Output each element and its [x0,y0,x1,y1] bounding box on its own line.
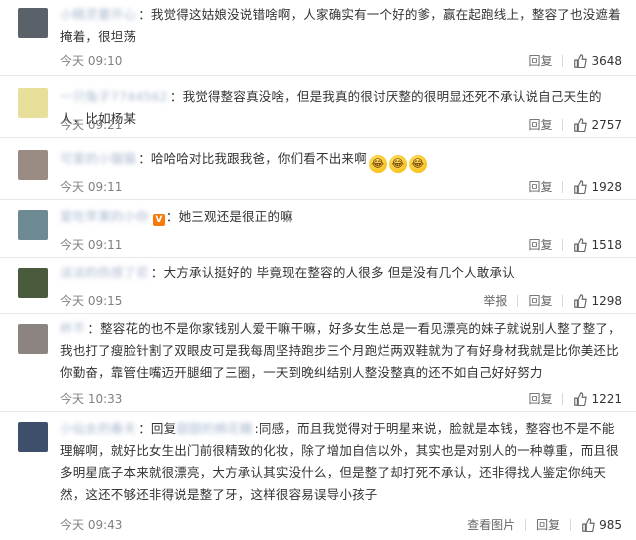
comment-text: 哈哈哈对比我跟我爸，你们看不出来啊 [150,151,367,166]
thumbs-up-icon[interactable] [573,237,588,252]
comment-body: 小精灵要开心 ：我觉得这姑娘没说错啥啊，人家确实有一个好的爹，赢在起跑线上，整容了… [60,4,622,48]
colon-separator: ： [138,421,151,436]
comment-actions: 回复 3648 [518,52,622,69]
thumbs-up-icon[interactable] [573,117,588,132]
laughing-emoji-icon: 😂 [408,155,427,173]
reply-link[interactable]: 回复 [528,292,552,309]
avatar[interactable] [18,150,48,180]
colon-separator: ： [169,89,183,104]
username-link[interactable]: 可爱的小猫猫 [60,148,136,170]
action-divider [562,180,564,193]
username-link[interactable]: 爱吃苹果的小你 [60,206,149,228]
like-count: 1928 [591,179,622,194]
thumbs-up-icon[interactable] [573,293,588,308]
like-count: 3648 [591,53,622,68]
reply-prefix: 回复 [150,421,177,436]
action-divider [562,392,564,405]
avatar[interactable] [18,268,48,298]
comment-time: 今天 09:43 [60,518,123,532]
avatar[interactable] [18,422,48,452]
comment-actions: 回复 1221 [518,390,622,407]
reply-to-user-link[interactable]: 甜甜的棉花糖 [176,418,252,440]
colon-separator: ： [138,151,151,166]
comment-time: 今天 10:33 [60,392,123,406]
avatar[interactable] [18,210,48,240]
comment-item: 淡淡的伤感了尼 ：大方承认挺好的 毕竟现在整容的人很多 但是没有几个人敢承认 今天… [0,258,636,314]
action-divider [562,294,564,307]
username-link[interactable]: 淡淡的伤感了尼 [60,262,149,284]
username-link[interactable]: 小仙女的春天 [60,418,136,440]
comment-text: 她三观还是很正的嘛 [178,209,293,224]
colon-separator: ： [150,265,164,280]
reply-link[interactable]: 回复 [528,390,552,407]
comment-body: 小仙女的春天 ：回复甜甜的棉花糖:同感，而且我觉得对于明星来说，脸就是本钱，整容也… [60,418,622,506]
thumbs-up-icon[interactable] [573,53,588,68]
comment-item: 爱吃苹果的小你 V ：她三观还是很正的嘛 今天 09:11 回复 1518 [0,200,636,258]
comment-item: 杯不 ：整容花的也不是你家钱别人爱干嘛干嘛，好多女生总是一看见漂亮的妹子就说别人整… [0,314,636,412]
thumbs-up-icon[interactable] [573,391,588,406]
comment-actions: 查看图片 回复 985 [457,516,622,533]
laughing-emoji-icon: 😂 [388,155,407,173]
like-count: 985 [599,517,622,532]
comment-body: 可爱的小猫猫 ：哈哈哈对比我跟我爸，你们看不出来啊 😂 😂 😂 [60,148,622,173]
comment-text: 整容花的也不是你家钱别人爱干嘛干嘛，好多女生总是一看见漂亮的妹子就说别人整了整了… [60,321,621,380]
colon-separator: ： [87,321,101,336]
thumbs-up-icon[interactable] [581,517,595,532]
reply-link[interactable]: 回复 [536,516,560,533]
reply-link[interactable]: 回复 [528,52,552,69]
comment-item: 小精灵要开心 ：我觉得这姑娘没说错啥啊，人家确实有一个好的爹，赢在起跑线上，整容了… [0,0,636,76]
avatar[interactable] [18,88,48,118]
action-divider [525,518,527,531]
comment-item: 小仙女的春天 ：回复甜甜的棉花糖:同感，而且我觉得对于明星来说，脸就是本钱，整容也… [0,412,636,540]
comment-list: 小精灵要开心 ：我觉得这姑娘没说错啥啊，人家确实有一个好的爹，赢在起跑线上，整容了… [0,0,636,540]
like-count: 2757 [591,117,622,132]
view-image-link[interactable]: 查看图片 [467,516,515,533]
reply-link[interactable]: 回复 [528,116,552,133]
reply-link[interactable]: 回复 [528,236,552,253]
action-divider [517,294,519,307]
comment-time: 今天 09:11 [60,180,123,194]
laughing-emoji-icon: 😂 [368,155,387,173]
avatar[interactable] [18,8,48,38]
comment-time: 今天 09:21 [60,118,123,132]
comment-actions: 举报 回复 1298 [473,292,622,309]
username-link[interactable]: 杯不 [60,318,85,340]
username-link[interactable]: 一只兔子7744562 [60,86,168,108]
colon-separator: ： [138,7,151,22]
comment-text: 大方承认挺好的 毕竟现在整容的人很多 但是没有几个人敢承认 [163,265,515,280]
action-divider [562,54,564,67]
action-divider [562,118,564,131]
reply-link[interactable]: 回复 [528,178,552,195]
comment-item: 一只兔子7744562 ：我觉得整容真没啥，但是我真的很讨厌整的很明显还死不承认说… [0,76,636,138]
comment-actions: 回复 2757 [518,116,622,133]
comment-time: 今天 09:15 [60,294,123,308]
colon-separator: ： [165,209,179,224]
avatar[interactable] [18,324,48,354]
comment-actions: 回复 1928 [518,178,622,195]
like-count: 1221 [591,391,622,406]
comment-body: 杯不 ：整容花的也不是你家钱别人爱干嘛干嘛，好多女生总是一看见漂亮的妹子就说别人整… [60,318,622,384]
comment-time: 今天 09:11 [60,238,123,252]
thumbs-up-icon[interactable] [573,179,588,194]
comment-body: 淡淡的伤感了尼 ：大方承认挺好的 毕竟现在整容的人很多 但是没有几个人敢承认 [60,262,622,284]
comment-actions: 回复 1518 [518,236,622,253]
action-divider [562,238,564,251]
like-count: 1298 [591,293,622,308]
comment-time: 今天 09:10 [60,54,123,68]
action-divider [570,518,572,531]
report-link[interactable]: 举报 [483,292,507,309]
username-link[interactable]: 小精灵要开心 [60,4,136,26]
comment-item: 可爱的小猫猫 ：哈哈哈对比我跟我爸，你们看不出来啊 😂 😂 😂 今天 09:11 回复 … [0,138,636,200]
vip-badge-icon: V [152,214,165,226]
comment-body: 爱吃苹果的小你 V ：她三观还是很正的嘛 [60,206,622,228]
like-count: 1518 [591,237,622,252]
